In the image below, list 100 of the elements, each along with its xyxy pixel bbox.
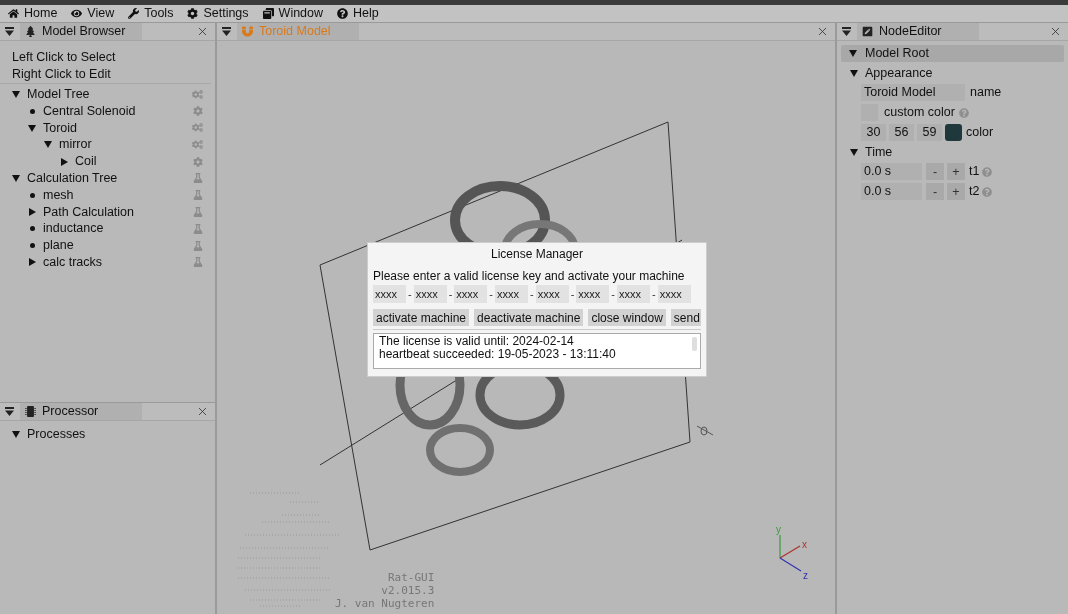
tree-item[interactable]: Central Solenoid bbox=[43, 101, 136, 121]
tree-item[interactable]: Toroid bbox=[43, 118, 78, 138]
caret-right-icon[interactable] bbox=[60, 157, 68, 166]
gears-icon bbox=[192, 122, 203, 134]
log-line: The license is valid until: 2024-02-14 bbox=[379, 335, 574, 348]
tree-item[interactable]: mirror bbox=[59, 135, 92, 155]
section-title[interactable]: Appearance bbox=[865, 63, 933, 83]
dialog-button[interactable]: deactivate machine bbox=[474, 309, 584, 326]
caret-down-icon[interactable] bbox=[12, 430, 20, 438]
dialog-button[interactable]: activate machine bbox=[373, 309, 470, 326]
time-field[interactable]: 0.0 s bbox=[861, 183, 922, 200]
axis-label: x bbox=[802, 539, 807, 550]
field-label: color bbox=[966, 124, 994, 142]
credit-text: v2.015.3 bbox=[381, 584, 435, 597]
increment-button[interactable]: + bbox=[947, 183, 965, 200]
scrollbar-thumb[interactable] bbox=[692, 337, 697, 351]
tree-item[interactable]: Model Tree bbox=[27, 85, 90, 104]
flask-icon bbox=[193, 173, 203, 184]
decrement-button[interactable]: - bbox=[926, 163, 944, 180]
tree-item[interactable]: Coil bbox=[75, 152, 97, 171]
bullet-icon bbox=[29, 243, 35, 249]
separator-text: - bbox=[529, 286, 535, 302]
key-field[interactable]: xxxx bbox=[617, 285, 651, 303]
caret-down-icon[interactable] bbox=[28, 124, 36, 132]
key-field[interactable]: xxxx bbox=[657, 285, 691, 303]
panel-menu-icon[interactable] bbox=[5, 27, 14, 36]
credit-text: J. van Nugteren bbox=[335, 597, 435, 610]
flask-icon bbox=[193, 190, 203, 201]
tree-item[interactable]: Processes bbox=[27, 425, 86, 444]
panel-tab[interactable]: NodeEditor bbox=[857, 23, 979, 40]
caret-right-icon[interactable] bbox=[28, 208, 36, 216]
axis-label: z bbox=[803, 570, 808, 581]
panel-tab[interactable]: Model Browser bbox=[20, 23, 142, 40]
tree-header[interactable]: Model Root bbox=[841, 45, 1064, 62]
color-swatch[interactable] bbox=[945, 124, 962, 141]
caret-down-icon[interactable] bbox=[850, 69, 858, 77]
panel-menu-icon[interactable] bbox=[5, 407, 14, 416]
menu-item[interactable]: Help bbox=[337, 4, 379, 23]
gears-icon bbox=[192, 139, 203, 151]
section-title[interactable]: Time bbox=[865, 142, 893, 162]
decrement-button[interactable]: - bbox=[926, 183, 944, 200]
panel-menu-icon[interactable] bbox=[842, 27, 851, 36]
bullet-icon bbox=[29, 226, 35, 232]
hint-text: Left Click to Select bbox=[12, 49, 117, 65]
key-field[interactable]: xxxx bbox=[454, 285, 488, 303]
menu-item[interactable]: Home bbox=[8, 4, 58, 23]
close-icon[interactable] bbox=[196, 25, 209, 38]
caret-right-icon[interactable] bbox=[28, 258, 36, 267]
log-line: heartbeat succeeded: 19-05-2023 - 13:11:40 bbox=[379, 348, 616, 361]
axis-label: y bbox=[776, 524, 781, 535]
close-icon[interactable] bbox=[1049, 25, 1062, 38]
panel-menu-icon[interactable] bbox=[222, 27, 231, 36]
home-icon bbox=[8, 8, 19, 19]
number-field[interactable]: 56 bbox=[889, 124, 914, 141]
number-field[interactable]: 30 bbox=[861, 124, 886, 141]
key-field[interactable]: xxxx bbox=[413, 285, 447, 303]
number-field[interactable]: 59 bbox=[917, 124, 942, 141]
tree-item[interactable]: inductance bbox=[43, 219, 104, 239]
separator-text: - bbox=[651, 286, 657, 302]
flask-icon bbox=[193, 257, 203, 268]
close-icon[interactable] bbox=[816, 25, 829, 38]
separator-text: - bbox=[447, 286, 454, 302]
menu-item[interactable]: Settings bbox=[187, 4, 249, 23]
caret-down-icon[interactable] bbox=[44, 141, 52, 149]
tree-item[interactable]: Calculation Tree bbox=[27, 169, 118, 188]
separator-text: - bbox=[407, 286, 413, 302]
name-field[interactable]: Toroid Model bbox=[861, 84, 965, 101]
tree-item[interactable]: Path Calculation bbox=[43, 202, 135, 222]
caret-down-icon[interactable] bbox=[12, 90, 20, 98]
flask-icon bbox=[193, 223, 203, 234]
caret-down-icon[interactable] bbox=[849, 50, 857, 57]
menu-item[interactable]: View bbox=[71, 4, 115, 23]
key-field[interactable]: xxxx bbox=[373, 285, 406, 303]
magnet-icon bbox=[242, 26, 253, 37]
close-icon[interactable] bbox=[196, 405, 209, 418]
key-field[interactable]: xxxx bbox=[535, 285, 569, 303]
dialog-button[interactable]: close window bbox=[588, 309, 666, 326]
prompt-text: Please enter a valid license key and activate your machine bbox=[373, 268, 686, 283]
caret-down-icon[interactable] bbox=[850, 148, 858, 156]
field-label: t1 bbox=[969, 163, 980, 181]
increment-button[interactable]: + bbox=[947, 163, 965, 180]
dialog-title: License Manager bbox=[490, 246, 584, 261]
wrench-icon bbox=[128, 8, 140, 19]
credit-text: Rat-GUI bbox=[388, 571, 435, 584]
key-field[interactable]: xxxx bbox=[576, 285, 610, 303]
gears-icon bbox=[192, 88, 203, 100]
chip-icon bbox=[25, 406, 36, 417]
caret-down-icon[interactable] bbox=[12, 174, 20, 182]
tree-icon bbox=[25, 26, 36, 37]
key-field[interactable]: xxxx bbox=[495, 285, 528, 303]
tree-item[interactable]: mesh bbox=[43, 185, 74, 205]
field-label: t2 bbox=[969, 183, 980, 201]
tree-item[interactable]: calc tracks bbox=[43, 253, 103, 272]
dialog-button[interactable]: send bbox=[670, 309, 701, 326]
tree-item[interactable]: plane bbox=[43, 236, 74, 255]
panel-tab[interactable]: Processor bbox=[20, 403, 142, 420]
menu-item[interactable]: Window bbox=[262, 4, 324, 23]
crosshair-marker-drawing bbox=[696, 425, 714, 436]
menu-item[interactable]: Tools bbox=[128, 4, 174, 23]
time-field[interactable]: 0.0 s bbox=[861, 163, 922, 180]
